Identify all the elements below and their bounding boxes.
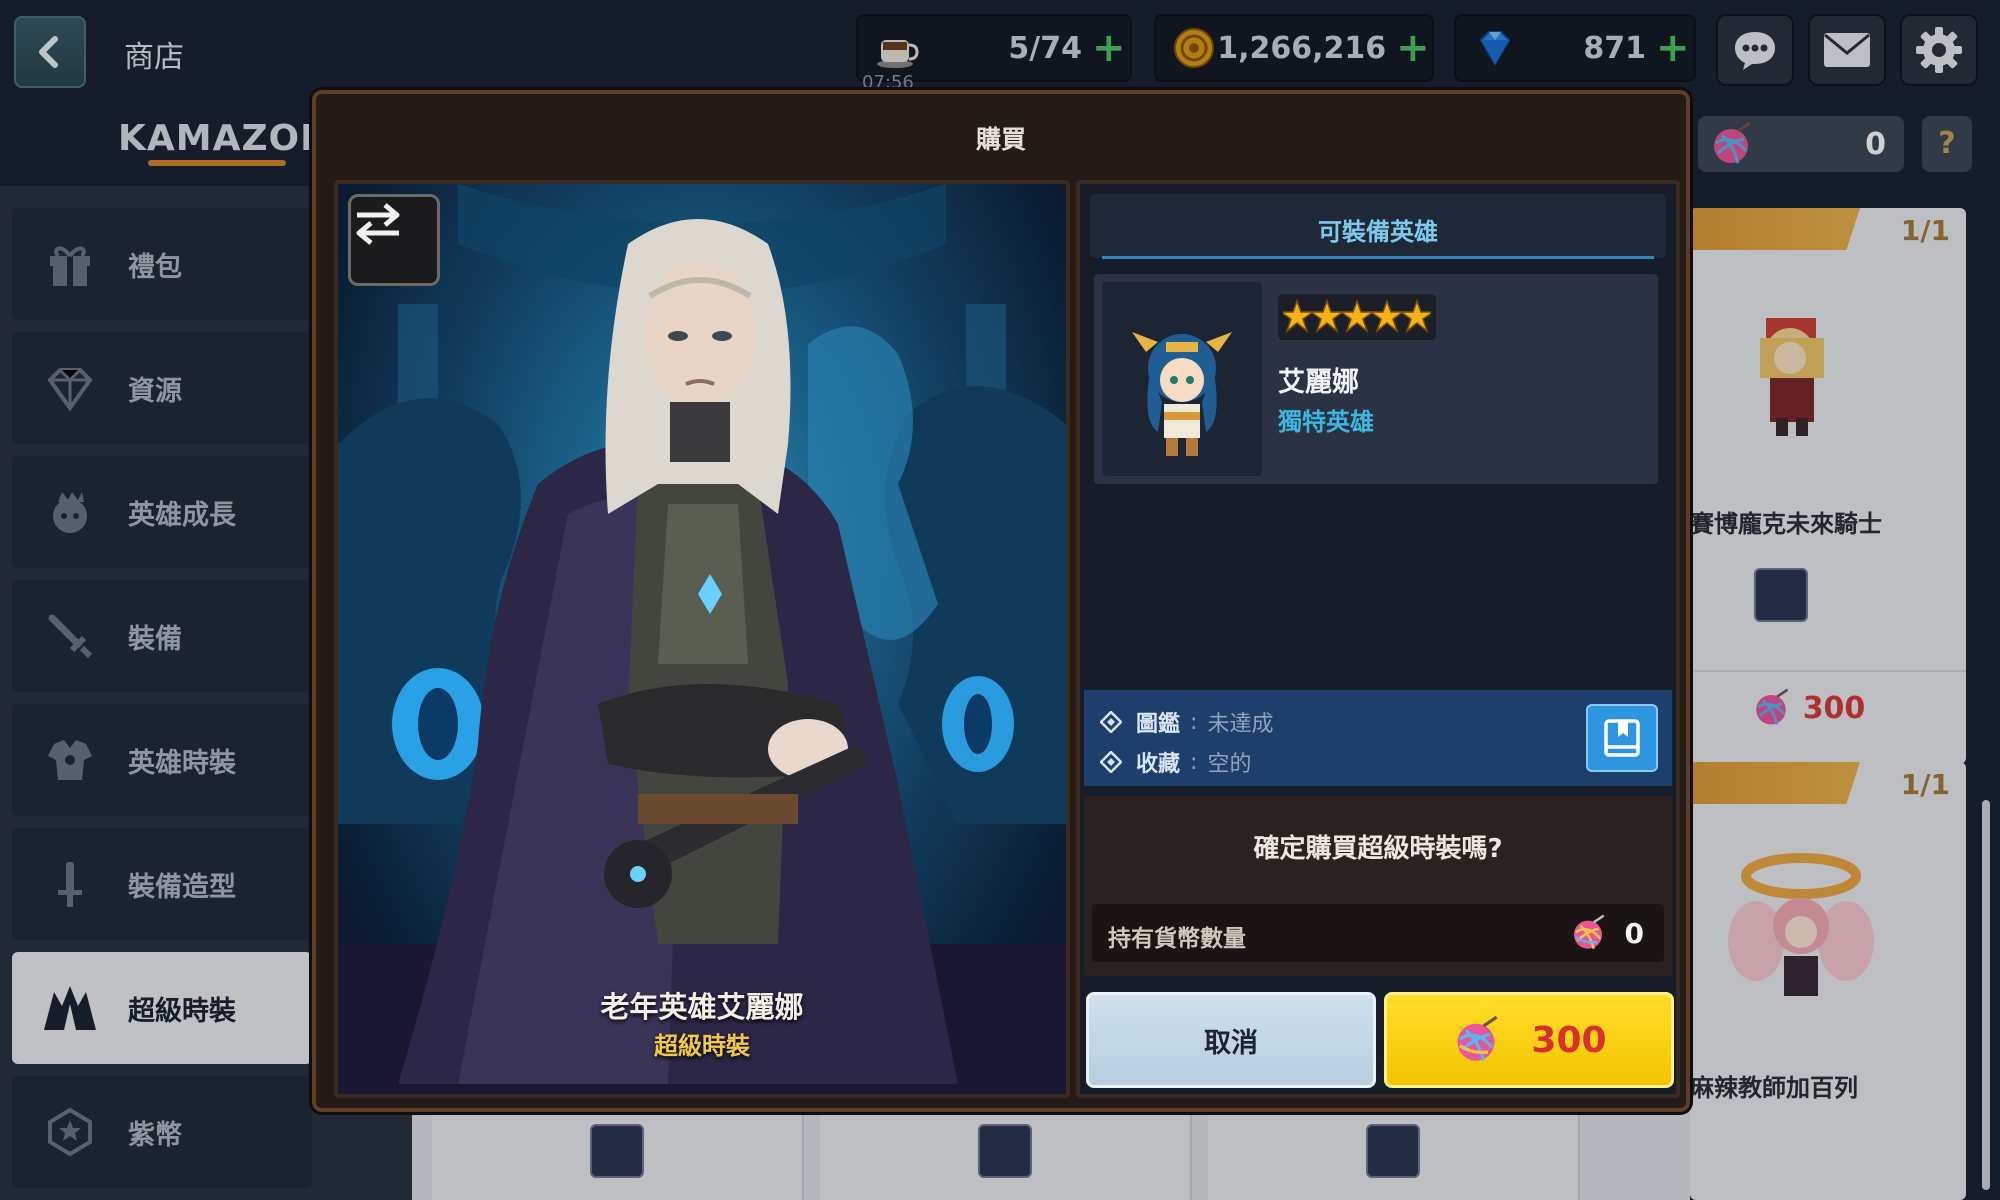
equippable-hero-title: 可裝備英雄 (1318, 218, 1438, 246)
favorite-label: 收藏 (1136, 752, 1181, 777)
separator: : (1190, 749, 1198, 775)
costume-info-panel: 可裝備英雄 艾麗娜 獨特英雄 圖鑑: 未達成 收藏: 空的 確定購買超級時裝… (1076, 180, 1680, 1098)
swap-arrows-icon (356, 203, 400, 245)
costume-name: 老年英雄艾麗娜 (600, 990, 804, 1024)
equippable-hero-header: 可裝備英雄 (1090, 194, 1666, 259)
separator: : (1190, 709, 1198, 735)
favorite-value: 空的 (1207, 752, 1252, 777)
dialog-title: 購買 (975, 125, 1026, 154)
hero-card[interactable]: 艾麗娜 獨特英雄 (1094, 274, 1658, 484)
confirm-section: 確定購買超級時裝嗎? 持有貨幣數量 0 (1084, 796, 1672, 976)
costume-type: 超級時裝 (654, 1032, 750, 1060)
buy-price: 300 (1531, 1019, 1607, 1061)
cancel-button[interactable]: 取消 (1086, 992, 1376, 1088)
codex-book-button[interactable] (1586, 704, 1658, 772)
diamond-bullet-icon (1100, 751, 1122, 773)
book-icon (1604, 719, 1640, 757)
swap-view-button[interactable] (348, 194, 440, 286)
held-currency: 0 (1569, 914, 1644, 952)
codex-label: 圖鑑 (1136, 712, 1181, 737)
held-currency-label: 持有貨幣數量 (1108, 926, 1246, 952)
yarn-ball-icon (1573, 914, 1604, 950)
buy-button[interactable]: 300 (1384, 992, 1674, 1088)
costume-artwork-panel: 老年英雄艾麗娜 超級時裝 (334, 180, 1070, 1098)
hero-portrait (1102, 282, 1262, 476)
costume-artwork (338, 184, 1066, 1094)
held-currency-value: 0 (1624, 916, 1644, 950)
collection-status: 圖鑑 : 未達成 收藏 : 空的 (1084, 690, 1672, 786)
yarn-ball-icon (1457, 1015, 1498, 1062)
held-currency-row: 持有貨幣數量 0 (1092, 904, 1664, 962)
hero-star-rating (1278, 294, 1436, 340)
codex-value: 未達成 (1207, 712, 1274, 737)
header-underline (1102, 256, 1654, 259)
confirm-question: 確定購買超級時裝嗎? (1253, 834, 1503, 864)
codex-status-row: 圖鑑 : 未達成 (1100, 706, 1273, 738)
hero-rarity-tag: 獨特英雄 (1278, 408, 1374, 436)
diamond-bullet-icon (1100, 711, 1122, 733)
purchase-dialog: 購買 老年英雄艾麗娜 超級時裝 可裝備英雄 艾麗娜 獨特英雄 圖鑑: 未達成 … (312, 90, 1690, 1112)
hero-name: 艾麗娜 (1278, 367, 1359, 398)
favorite-status-row: 收藏 : 空的 (1100, 746, 1251, 778)
